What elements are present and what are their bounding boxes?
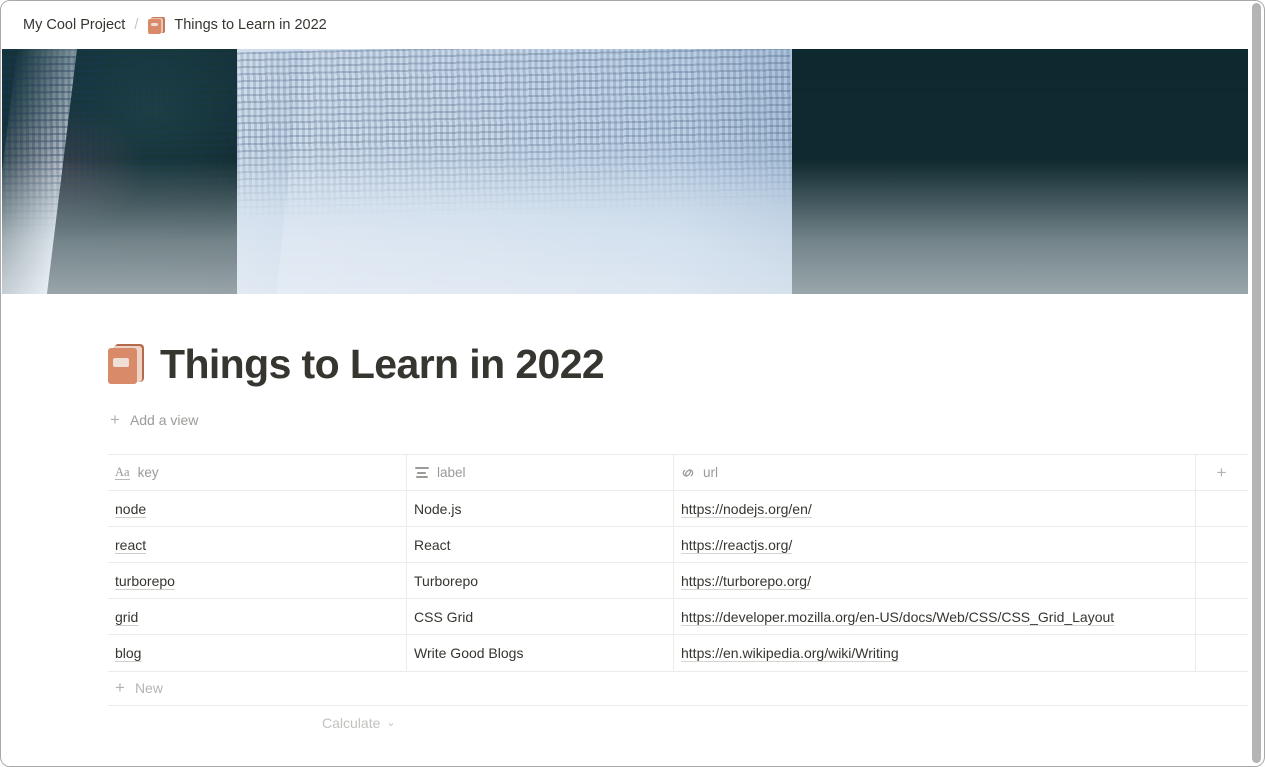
cell-label-text: React xyxy=(414,536,451,553)
cell-spacer xyxy=(1196,491,1248,526)
closed-book-icon xyxy=(147,16,166,35)
cell-label-text: Write Good Blogs xyxy=(414,645,524,661)
cell-key[interactable]: blog xyxy=(108,635,407,671)
cell-spacer xyxy=(1196,599,1248,634)
cell-spacer xyxy=(1196,563,1248,598)
link-icon xyxy=(681,466,695,480)
cell-key-text: grid xyxy=(115,608,139,625)
title-aa-icon: Aa xyxy=(115,464,130,480)
plus-icon: + xyxy=(110,410,120,429)
cell-spacer xyxy=(1196,635,1248,671)
scrollbar-thumb[interactable] xyxy=(1252,3,1261,763)
table-header-row: Aa key label url + xyxy=(108,455,1248,491)
database-table: Aa key label url + node Node.js https://… xyxy=(108,454,1248,672)
page-cover-image xyxy=(2,49,1248,294)
column-header-url-label: url xyxy=(703,465,719,480)
breadcrumb-page-label: Things to Learn in 2022 xyxy=(174,17,327,34)
cell-label[interactable]: CSS Grid xyxy=(407,599,674,634)
cell-key[interactable]: grid xyxy=(108,599,407,634)
page-title[interactable]: Things to Learn in 2022 xyxy=(160,343,605,385)
table-row[interactable]: turborepo Turborepo https://turborepo.or… xyxy=(108,563,1248,599)
breadcrumb: My Cool Project / Things to Learn in 202… xyxy=(2,2,1248,49)
calculate-button[interactable]: Calculate ⌄ xyxy=(322,715,396,731)
cell-label[interactable]: Node.js xyxy=(407,491,674,526)
cell-url-link[interactable]: https://nodejs.org/en/ xyxy=(681,501,812,517)
column-header-label-label: label xyxy=(437,465,466,480)
add-column-button[interactable]: + xyxy=(1196,455,1248,490)
cover-blue-tint xyxy=(2,49,1248,294)
cell-url[interactable]: https://en.wikipedia.org/wiki/Writing xyxy=(674,635,1196,671)
table-row[interactable]: react React https://reactjs.org/ xyxy=(108,527,1248,563)
add-view-label: Add a view xyxy=(129,411,199,428)
column-header-key[interactable]: Aa key xyxy=(108,455,407,490)
table-footer: Calculate ⌄ xyxy=(108,706,1248,740)
cell-label[interactable]: React xyxy=(407,527,674,562)
cell-key-text: blog xyxy=(115,645,142,661)
cell-url-link[interactable]: https://developer.mozilla.org/en-US/docs… xyxy=(681,609,1114,625)
column-header-key-label: key xyxy=(137,465,159,480)
add-view-button[interactable]: + Add a view xyxy=(110,411,198,428)
plus-icon: + xyxy=(115,678,125,697)
cell-url[interactable]: https://turborepo.org/ xyxy=(674,563,1196,598)
cell-key-text: turborepo xyxy=(115,572,175,589)
cell-key[interactable]: react xyxy=(108,527,407,562)
cell-url-link[interactable]: https://turborepo.org/ xyxy=(681,573,811,589)
cell-url-link[interactable]: https://en.wikipedia.org/wiki/Writing xyxy=(681,645,899,661)
table-row[interactable]: node Node.js https://nodejs.org/en/ xyxy=(108,491,1248,527)
new-row-button[interactable]: + New xyxy=(108,670,1248,706)
app-window: My Cool Project / Things to Learn in 202… xyxy=(0,0,1265,767)
table-row[interactable]: blog Write Good Blogs https://en.wikiped… xyxy=(108,635,1248,671)
cell-url[interactable]: https://reactjs.org/ xyxy=(674,527,1196,562)
column-header-label[interactable]: label xyxy=(407,455,674,490)
text-lines-icon xyxy=(414,467,429,479)
cell-url[interactable]: https://nodejs.org/en/ xyxy=(674,491,1196,526)
breadcrumb-workspace[interactable]: My Cool Project xyxy=(23,18,125,33)
new-row-label: New xyxy=(134,679,163,696)
breadcrumb-current-page[interactable]: Things to Learn in 2022 xyxy=(147,16,327,35)
page-title-row: Things to Learn in 2022 xyxy=(106,342,605,386)
calculate-label: Calculate xyxy=(322,715,381,731)
cell-label-text: Turborepo xyxy=(414,572,479,589)
cell-label[interactable]: Write Good Blogs xyxy=(407,635,674,671)
cell-key-text: node xyxy=(115,500,147,517)
chevron-down-icon: ⌄ xyxy=(386,716,396,729)
cell-url-link[interactable]: https://reactjs.org/ xyxy=(681,537,792,553)
cell-url[interactable]: https://developer.mozilla.org/en-US/docs… xyxy=(674,599,1196,634)
cell-label[interactable]: Turborepo xyxy=(407,563,674,598)
breadcrumb-separator: / xyxy=(134,17,139,34)
cell-label-text: CSS Grid xyxy=(414,608,474,625)
cell-key-text: react xyxy=(115,536,147,553)
cell-key[interactable]: turborepo xyxy=(108,563,407,598)
closed-book-icon[interactable] xyxy=(106,342,146,386)
cell-label-text: Node.js xyxy=(414,500,462,517)
column-header-url[interactable]: url xyxy=(674,455,1196,490)
plus-icon: + xyxy=(1216,463,1227,482)
page-content: Things to Learn in 2022 + Add a view Aa … xyxy=(2,294,1248,766)
table-row[interactable]: grid CSS Grid https://developer.mozilla.… xyxy=(108,599,1248,635)
cell-spacer xyxy=(1196,527,1248,562)
cell-key[interactable]: node xyxy=(108,491,407,526)
